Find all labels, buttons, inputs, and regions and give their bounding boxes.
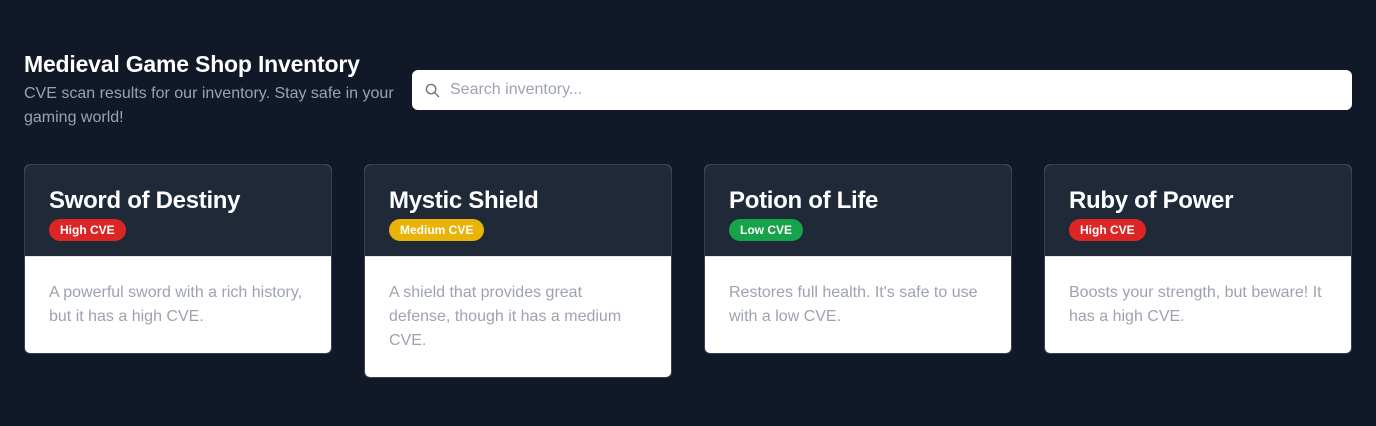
item-name: Ruby of Power [1069, 187, 1234, 214]
item-name: Potion of Life [729, 187, 879, 214]
card-body: Restores full health. It's safe to use w… [705, 257, 1011, 353]
card-header: Mystic Shield Medium CVE [365, 165, 671, 257]
card-body: A shield that provides great defense, th… [365, 257, 671, 377]
item-description: A shield that provides great defense, th… [389, 284, 622, 349]
card-body: A powerful sword with a rich history, bu… [25, 257, 331, 353]
page: Medieval Game Shop Inventory CVE scan re… [0, 0, 1376, 426]
item-description: A powerful sword with a rich history, bu… [49, 284, 303, 325]
cve-badge: High CVE [1069, 219, 1146, 241]
cve-badge: High CVE [49, 219, 126, 241]
page-subtitle: CVE scan results for our inventory. Stay… [24, 85, 394, 126]
item-description: Boosts your strength, but beware! It has… [1069, 284, 1322, 325]
cve-badge: Medium CVE [389, 219, 485, 241]
card-header: Sword of Destiny High CVE [25, 165, 331, 257]
page-header: Medieval Game Shop Inventory CVE scan re… [24, 48, 394, 130]
item-card-sword-of-destiny[interactable]: Sword of Destiny High CVE A powerful swo… [24, 164, 332, 354]
page-title: Medieval Game Shop Inventory [24, 51, 360, 77]
item-card-potion-of-life[interactable]: Potion of Life Low CVE Restores full hea… [704, 164, 1012, 354]
item-name: Sword of Destiny [49, 187, 241, 214]
cve-badge: Low CVE [729, 219, 804, 241]
card-header: Ruby of Power High CVE [1045, 165, 1351, 257]
card-header: Potion of Life Low CVE [705, 165, 1011, 257]
item-description: Restores full health. It's safe to use w… [729, 284, 978, 325]
search-bar[interactable] [412, 70, 1352, 110]
item-card-mystic-shield[interactable]: Mystic Shield Medium CVE A shield that p… [364, 164, 672, 378]
card-body: Boosts your strength, but beware! It has… [1045, 257, 1351, 353]
search-icon [424, 82, 440, 98]
item-card-ruby-of-power[interactable]: Ruby of Power High CVE Boosts your stren… [1044, 164, 1352, 354]
item-name: Mystic Shield [389, 187, 539, 214]
search-input[interactable] [448, 71, 1332, 109]
